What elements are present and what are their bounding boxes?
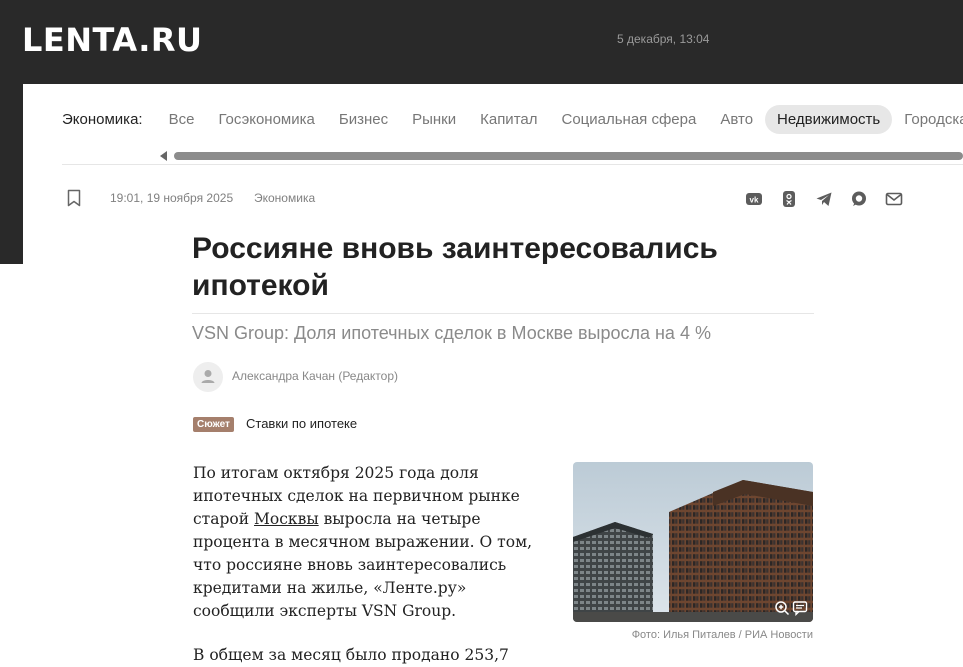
zoom-in-icon[interactable] (774, 600, 790, 616)
rubric-item-auto[interactable]: Авто (708, 105, 765, 134)
photo-caption: Фото: Илья Питалев / РИА Новости (631, 629, 813, 641)
horizontal-scrollbar[interactable] (174, 152, 963, 160)
story-link[interactable]: Ставки по ипотеке (246, 416, 357, 431)
article-paragraph-2: В общем за месяц было продано 253,7 (193, 646, 509, 664)
vk-icon[interactable]: vk (744, 189, 764, 209)
rubric-item-city[interactable]: Городская (892, 105, 963, 134)
site-header: LENTA.RU 5 декабря, 13:04 (0, 0, 963, 84)
rubric-item-realty[interactable]: Недвижимость (765, 104, 893, 134)
rubric-item-goseconomics[interactable]: Госэкономика (206, 105, 326, 134)
telegram-icon[interactable] (814, 189, 834, 209)
rubric-item-all[interactable]: Все (157, 105, 207, 134)
caption-icon[interactable] (792, 600, 808, 616)
rubric-item-markets[interactable]: Рынки (400, 105, 468, 134)
max-icon[interactable] (849, 189, 869, 209)
photo-controls (774, 600, 808, 616)
story-badge: Сюжет (193, 417, 234, 432)
mail-icon[interactable] (884, 189, 904, 209)
author-avatar[interactable] (193, 362, 223, 392)
rubric-item-business[interactable]: Бизнес (327, 105, 400, 134)
user-icon (201, 370, 215, 383)
rubric-nav: Экономика: Все Госэкономика Бизнес Рынки… (62, 104, 963, 134)
title-divider (192, 313, 814, 314)
article-photo[interactable] (573, 462, 813, 622)
moscow-link[interactable]: Москвы (254, 510, 319, 528)
header-date: 5 декабря, 13:04 (617, 32, 710, 46)
rubric-divider (62, 164, 963, 165)
bookmark-icon[interactable] (67, 189, 81, 207)
odnoklassniki-icon[interactable] (779, 189, 799, 209)
rubric-nav-title: Экономика: (62, 110, 143, 128)
header-background-extension (0, 84, 23, 264)
rubric-item-social[interactable]: Социальная сфера (550, 105, 709, 134)
article-time: 19:01, 19 ноября 2025 (110, 191, 234, 205)
article-title: Россияне вновь заинтересовались ипотекой (192, 232, 718, 302)
article-paragraph-1: По итогам октября 2025 года доля ипотечн… (193, 462, 543, 623)
scroll-left-arrow-icon[interactable] (160, 151, 167, 161)
article-rubric-link[interactable]: Экономика (254, 191, 315, 205)
author-name[interactable]: Александра Качан (Редактор) (232, 369, 398, 383)
article-subtitle: VSN Group: Доля ипотечных сделок в Москв… (192, 323, 711, 343)
rubric-item-capital[interactable]: Капитал (468, 105, 549, 134)
share-bar: vk (744, 189, 904, 209)
site-logo[interactable]: LENTA.RU (22, 22, 203, 58)
svg-text:vk: vk (750, 196, 759, 205)
